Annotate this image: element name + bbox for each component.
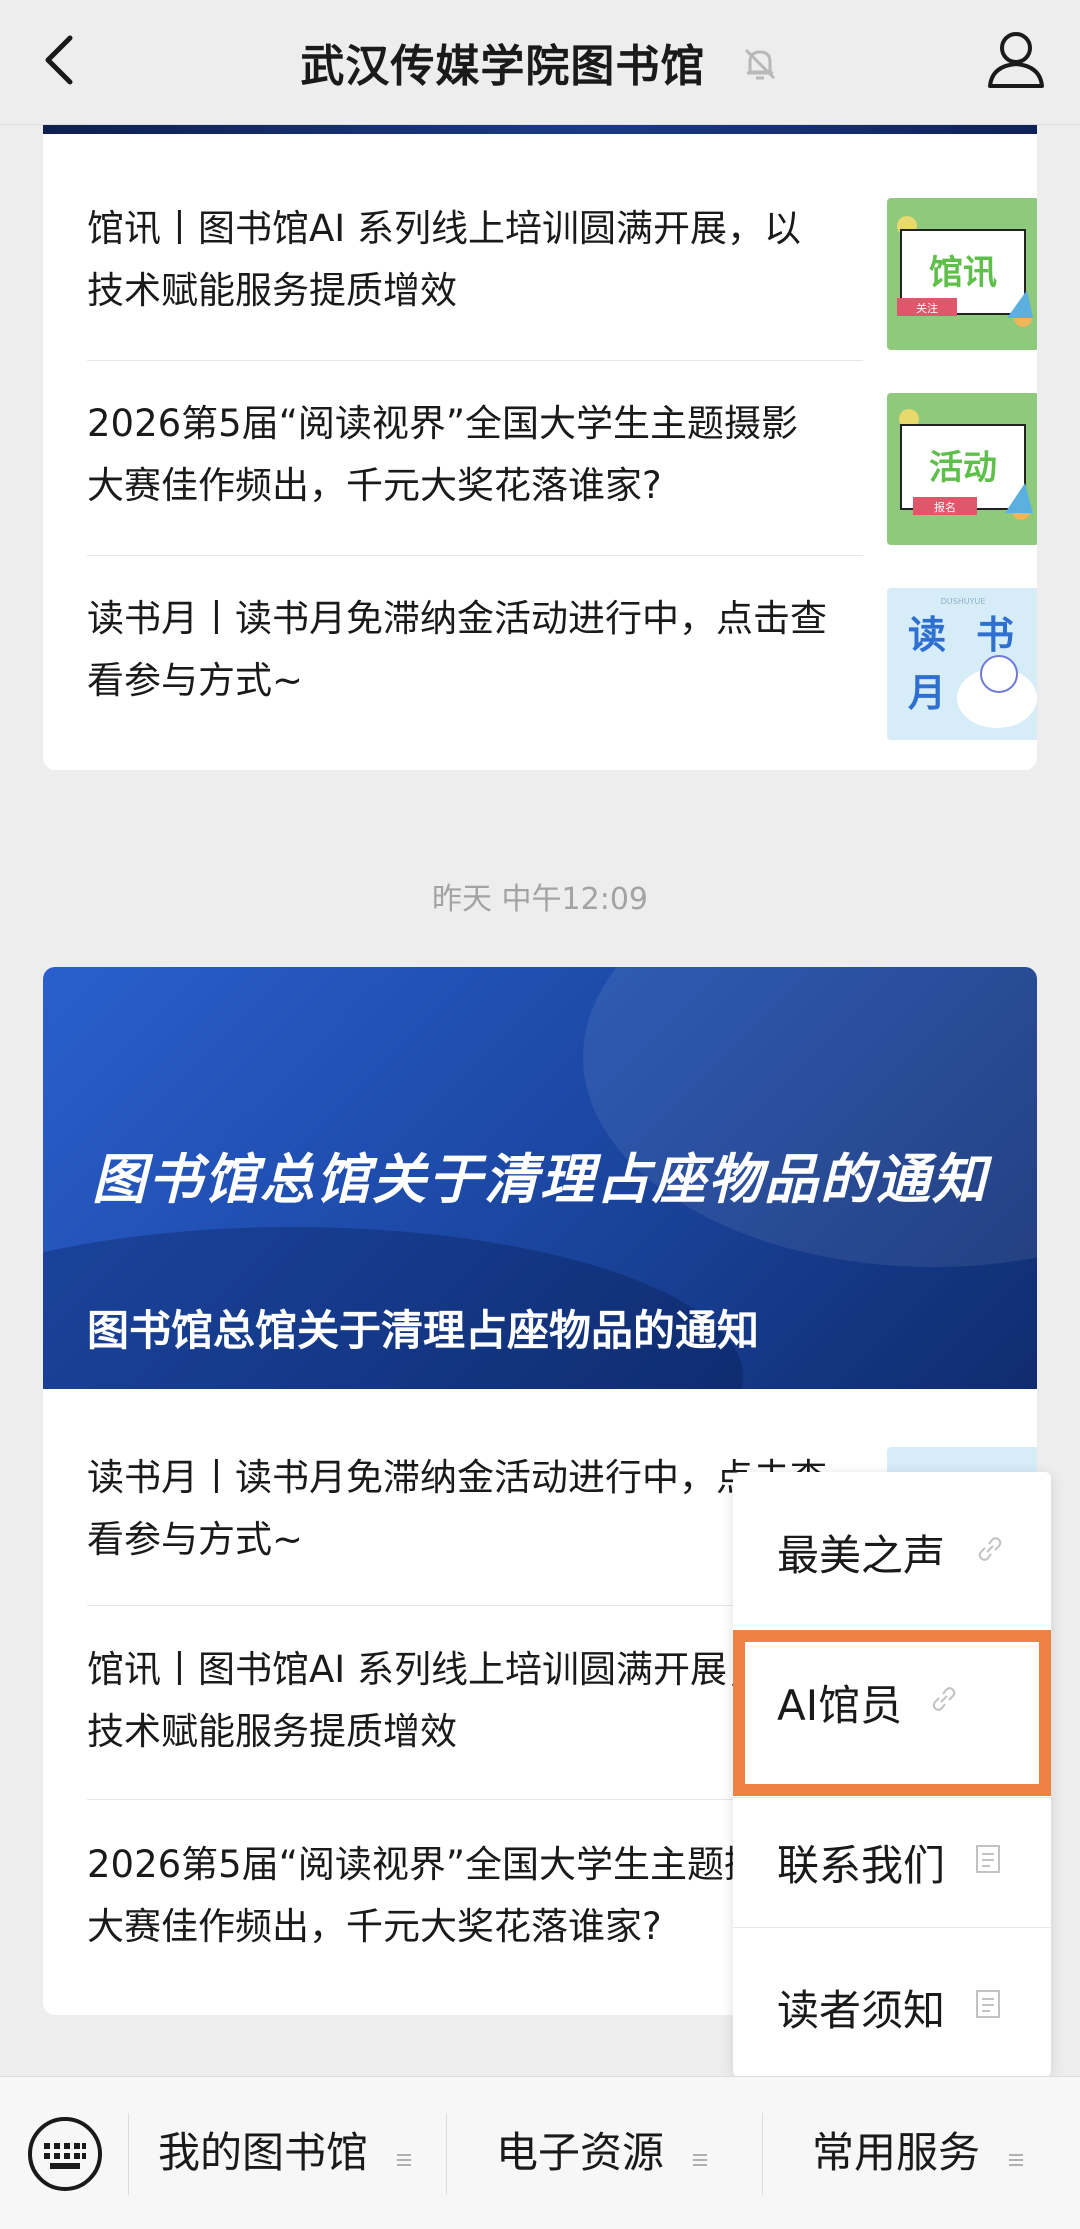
keyboard-toggle-button[interactable] (26, 2115, 104, 2193)
article-title: 馆讯丨图书馆AI 系列线上培训圆满开展，以技术赋能服务提质增效 (87, 1648, 801, 1753)
mute-bell-icon (740, 44, 780, 95)
submenu-popup: 最美之声 AI馆员 联系我们 读者须知 (733, 1472, 1051, 2077)
thumb-sub: 报名 (934, 500, 956, 514)
bottom-menu-e-resources[interactable]: 电子资源 (496, 2121, 709, 2185)
document-icon (975, 1989, 1001, 2023)
menu-item-zuimeizhisheng[interactable]: 最美之声 (733, 1472, 1051, 1622)
link-icon (975, 1534, 1005, 1568)
article-title: 2026第5届“阅读视界”全国大学生主题摄影大赛佳作频出，千元大奖花落谁家? (87, 1843, 799, 1948)
article-title: 读书月丨读书月免滞纳金活动进行中，点击查看参与方式~ (87, 1456, 827, 1561)
bottom-menu-my-library[interactable]: 我的图书馆 (158, 2121, 413, 2185)
menu-item-label: AI馆员 (777, 1681, 903, 1730)
svg-text:月: 月 (908, 671, 946, 715)
thumb-label: 馆讯 (929, 253, 997, 293)
bottom-menu-label: 我的图书馆 (158, 2128, 369, 2177)
article-title: 馆讯丨图书馆AI 系列线上培训圆满开展，以技术赋能服务提质增效 (87, 207, 801, 312)
top-navigation-bar: 武汉传媒学院图书馆 (0, 0, 1080, 125)
menu-item-label: 最美之声 (777, 1531, 946, 1580)
menu-lines-icon (395, 2124, 413, 2188)
thumb-sub: 关注 (916, 301, 938, 315)
document-icon (975, 1844, 1001, 1878)
article-thumbnail: 活动 报名 (887, 393, 1037, 545)
article-thumbnail: 馆讯 关注 (887, 198, 1037, 350)
banner-caption: 图书馆总馆关于清理占座物品的通知 (87, 1306, 760, 1355)
menu-item-label: 读者须知 (777, 1986, 946, 2035)
bottom-menu-common-services[interactable]: 常用服务 (812, 2121, 1025, 2185)
account-name: 武汉传媒学院图书馆 (300, 41, 706, 92)
menu-item-reader-notice[interactable]: 读者须知 (733, 1927, 1051, 2077)
svg-text:读: 读 (908, 613, 946, 657)
bottom-menu-bar: 我的图书馆 电子资源 常用服务 (0, 2076, 1080, 2229)
article-title: 读书月丨读书月免滞纳金活动进行中，点击查看参与方式~ (87, 597, 827, 702)
svg-text:书: 书 (976, 613, 1014, 657)
menu-item-label: 联系我们 (777, 1841, 946, 1890)
article-thumbnail: 读 书 月 DUSHUYUE (887, 588, 1037, 740)
menu-item-contact-us[interactable]: 联系我们 (733, 1782, 1051, 1932)
article-card: 馆讯丨图书馆AI 系列线上培训圆满开展，以技术赋能服务提质增效 馆讯 关注 20… (43, 90, 1037, 770)
article-banner[interactable]: 图书馆总馆关于清理占座物品的通知 图书馆总馆关于清理占座物品的通知 (43, 967, 1037, 1389)
banner-headline: 图书馆总馆关于清理占座物品的通知 (92, 1148, 988, 1211)
menu-lines-icon (1007, 2124, 1025, 2188)
profile-button[interactable] (984, 26, 1048, 94)
link-icon (929, 1684, 959, 1718)
thumb-label: 活动 (929, 448, 997, 488)
article-title: 2026第5届“阅读视界”全国大学生主题摄影大赛佳作频出，千元大奖花落谁家? (87, 402, 799, 507)
bottom-menu-label: 常用服务 (812, 2128, 981, 2177)
bottom-menu-label: 电子资源 (496, 2128, 665, 2177)
article-item[interactable]: 读书月丨读书月免滞纳金活动进行中，点击查看参与方式~ 读 书 月 DUSHUYU… (87, 588, 1037, 740)
article-item[interactable]: 2026第5届“阅读视界”全国大学生主题摄影大赛佳作频出，千元大奖花落谁家? 活… (87, 393, 1037, 545)
person-icon (988, 32, 1044, 88)
thumb-sub: DUSHUYUE (941, 597, 986, 606)
message-timestamp: 昨天 中午12:09 (432, 882, 648, 917)
article-item[interactable]: 馆讯丨图书馆AI 系列线上培训圆满开展，以技术赋能服务提质增效 馆讯 关注 (87, 198, 1037, 350)
keyboard-icon (28, 2117, 102, 2191)
menu-item-ai-librarian[interactable]: AI馆员 (733, 1630, 1051, 1780)
page-title: 武汉传媒学院图书馆 (0, 30, 1080, 95)
menu-lines-icon (691, 2124, 709, 2188)
